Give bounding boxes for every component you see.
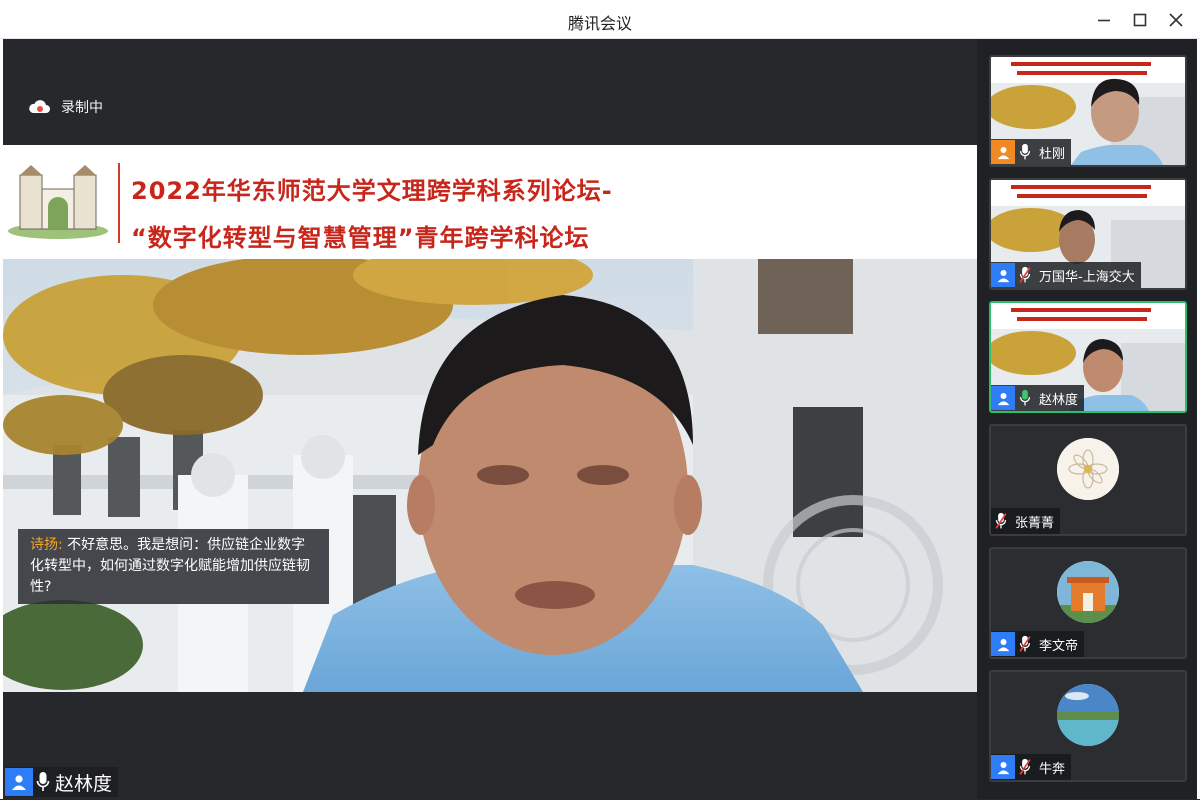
mic-status[interactable] [1015,263,1035,287]
participant-name: 杜刚 [1039,146,1066,162]
participant-avatar-image [1057,438,1119,500]
main-video-stage[interactable]: 录制中 2022年华东师范大学文理跨学科系列论坛- “数字化转型与智慧管理”青年… [3,39,977,799]
participant-tag: 张菁菁 [991,508,1061,534]
participant-sidebar[interactable]: 杜刚 万国华-上海交大 赵林度 张菁菁 李文帝 牛奔 [977,39,1197,799]
user-icon [12,775,26,790]
user-avatar [5,768,33,796]
mic-icon [1019,143,1031,160]
maximize-button[interactable] [1126,6,1154,34]
recording-indicator[interactable]: 录制中 [27,97,103,117]
user-avatar [991,755,1015,779]
user-avatar [991,632,1015,656]
minimize-button[interactable] [1090,6,1118,34]
mic-status[interactable] [1015,632,1035,656]
flower-icon [1057,438,1119,500]
slide-title-line2: “数字化转型与智慧管理”青年跨学科论坛 [131,224,590,252]
participant-name: 李文帝 [1039,638,1079,654]
active-speaker-name: 赵林度 [55,772,113,795]
mic-icon [1019,389,1031,406]
banner-divider [118,163,120,243]
participant-tag: 万国华-上海交大 [991,262,1141,288]
house-icon [1057,561,1119,623]
recording-label: 录制中 [61,100,103,116]
participant-name: 牛奔 [1039,761,1066,777]
slide-title-line1: 2022年华东师范大学文理跨学科系列论坛- [131,177,613,205]
user-icon [997,638,1009,651]
close-button[interactable] [1162,6,1190,34]
user-avatar [991,386,1015,410]
user-avatar [991,140,1015,164]
mic-icon [36,772,50,791]
user-icon [997,269,1009,282]
participant-tile[interactable]: 张菁菁 [989,424,1187,536]
mic-muted-icon [995,512,1007,529]
close-icon [1169,13,1183,27]
mic-status[interactable] [33,770,53,794]
maximize-icon [1133,13,1147,27]
participant-tile-active[interactable]: 赵林度 [989,301,1187,413]
mic-muted-icon [1019,266,1031,283]
cloud-record-icon [29,100,50,113]
slide-banner: 2022年华东师范大学文理跨学科系列论坛- “数字化转型与智慧管理”青年跨学科论… [3,145,977,259]
participant-tag: 牛奔 [991,754,1072,780]
title-bar: 腾讯会议 [0,0,1200,39]
participant-tag: 李文帝 [991,631,1085,657]
participant-tag: 杜刚 [991,139,1072,165]
window-title: 腾讯会议 [567,14,632,33]
minimize-icon [1098,19,1110,22]
mic-status[interactable] [1015,386,1035,410]
lake-icon [1057,684,1119,746]
participant-tile[interactable]: 牛奔 [989,670,1187,782]
university-gate-logo [6,155,110,239]
mic-muted-icon [1019,758,1031,775]
user-avatar [991,263,1015,287]
participant-name: 张菁菁 [1015,515,1055,531]
participant-avatar-image [1057,684,1119,746]
user-icon [997,146,1009,159]
mic-muted-icon [1019,635,1031,652]
mic-status[interactable] [1015,755,1035,779]
participant-tile[interactable]: 万国华-上海交大 [989,178,1187,290]
mic-status[interactable] [991,509,1011,533]
participant-avatar-image [1057,561,1119,623]
user-icon [997,761,1009,774]
caption-text: 不好意思。我是想问：供应链企业数字化转型中，如何通过数字化赋能增加供应链韧性? [30,537,310,595]
mic-status[interactable] [1015,140,1035,164]
participant-name: 赵林度 [1039,392,1079,408]
active-speaker-tag: 赵林度 [5,767,119,797]
speaker-video[interactable]: 2022年华东师范大学文理跨学科系列论坛- “数字化转型与智慧管理”青年跨学科论… [3,145,977,692]
chat-caption: 诗扬: 不好意思。我是想问：供应链企业数字化转型中，如何通过数字化赋能增加供应链… [18,529,329,604]
participant-name: 万国华-上海交大 [1039,269,1135,285]
participant-tag: 赵林度 [991,385,1085,411]
participant-tile[interactable]: 杜刚 [989,55,1187,167]
caption-speaker: 诗扬: [30,537,63,553]
user-icon [997,392,1009,405]
participant-tile[interactable]: 李文帝 [989,547,1187,659]
